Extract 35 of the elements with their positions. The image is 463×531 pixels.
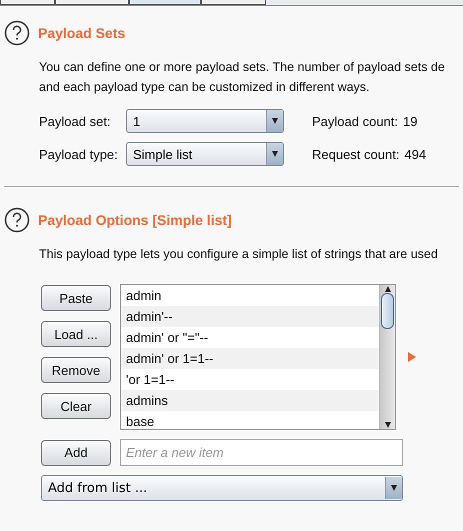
section-title: Payload Options [Simple list]: [38, 212, 232, 228]
info-label: Payload count:: [312, 114, 398, 128]
description-text: This payload type lets you configure a simple list of strings that are used: [39, 246, 439, 263]
caret-icon: [271, 117, 279, 125]
dropdown[interactable]: Simple list: [126, 142, 284, 166]
list-item[interactable]: admin'--: [121, 306, 379, 327]
info-value: 494: [404, 146, 426, 162]
list-item[interactable]: admin' or 1=1--: [121, 348, 379, 369]
info-value: 19: [403, 114, 418, 128]
caret-icon: [390, 484, 398, 492]
scroll-down-icon: [384, 421, 392, 429]
field-label: Payload type:: [39, 146, 119, 162]
help-icon[interactable]: [4, 207, 30, 233]
tab[interactable]: [55, 0, 129, 5]
list-action-button[interactable]: Paste: [41, 285, 111, 311]
add-from-list-dropdown[interactable]: Add from list ...: [41, 475, 403, 501]
add-button[interactable]: Add: [41, 440, 111, 466]
list-action-button[interactable]: Clear: [41, 393, 111, 419]
list-item[interactable]: admins: [121, 390, 379, 411]
list-action-button[interactable]: Load ...: [41, 321, 111, 347]
tab[interactable]: [129, 0, 201, 5]
tab[interactable]: [0, 0, 55, 5]
new-item-field[interactable]: Enter a new item: [120, 439, 403, 466]
info-label: Request count:: [312, 146, 400, 162]
caret-icon: [271, 150, 279, 158]
pointer-icon: [408, 352, 416, 362]
dropdown[interactable]: 1: [126, 109, 284, 133]
help-icon[interactable]: [4, 20, 30, 46]
scroll-thumb[interactable]: [381, 293, 394, 329]
section-title: Payload Sets: [38, 25, 126, 41]
field-label: Payload set:: [39, 114, 112, 128]
tab[interactable]: [201, 0, 266, 5]
list-action-button[interactable]: Remove: [41, 357, 111, 383]
description-text: You can define one or more payload sets. The number of payload sets de and each payload type can be customized in different ways.: [39, 59, 446, 96]
scrollbar[interactable]: [379, 285, 395, 429]
